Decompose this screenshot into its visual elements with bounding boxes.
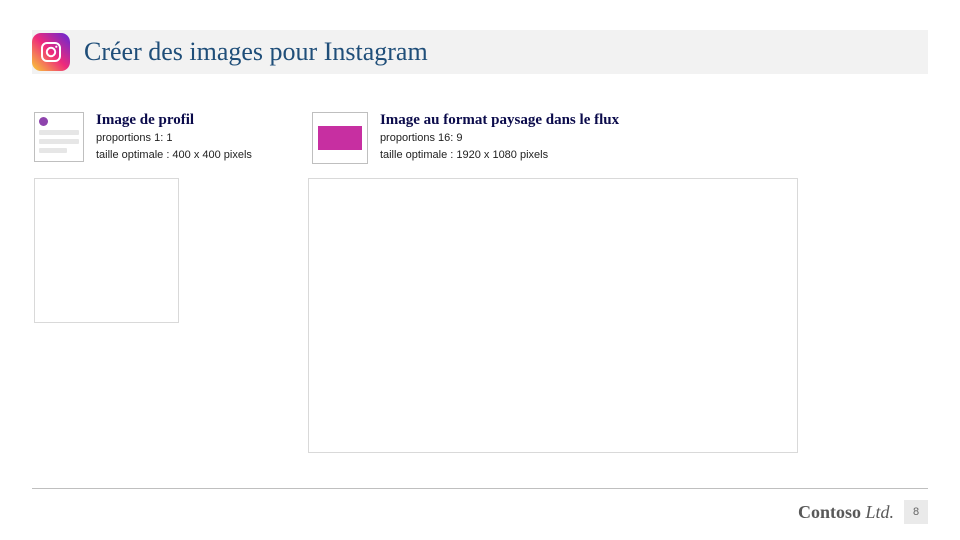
profile-optimal-size: taille optimale : 400 x 400 pixels xyxy=(96,148,252,163)
landscape-placeholder xyxy=(308,178,798,453)
profile-thumbnail-icon xyxy=(34,112,84,162)
content-row: Image de profil proportions 1: 1 taille … xyxy=(34,112,930,164)
landscape-title: Image au format paysage dans le flux xyxy=(380,112,619,129)
header-bar: Créer des images pour Instagram xyxy=(32,30,928,74)
profile-placeholder xyxy=(34,178,179,323)
brand-label: Contoso Ltd. xyxy=(798,502,894,523)
footer-divider xyxy=(32,488,928,489)
landscape-optimal-size: taille optimale : 1920 x 1080 pixels xyxy=(380,148,619,163)
page-title: Créer des images pour Instagram xyxy=(84,37,428,67)
page-number: 8 xyxy=(904,500,928,524)
profile-title: Image de profil xyxy=(96,112,252,129)
footer: Contoso Ltd. 8 xyxy=(798,500,928,524)
landscape-proportions: proportions 16: 9 xyxy=(380,131,619,146)
profile-column: Image de profil proportions 1: 1 taille … xyxy=(34,112,252,163)
brand-suffix: Ltd. xyxy=(861,502,894,522)
landscape-column: Image au format paysage dans le flux pro… xyxy=(312,112,619,164)
profile-proportions: proportions 1: 1 xyxy=(96,131,252,146)
slide: Créer des images pour Instagram Image de… xyxy=(0,0,960,540)
instagram-icon xyxy=(32,33,70,71)
landscape-thumbnail-icon xyxy=(312,112,368,164)
brand-main: Contoso xyxy=(798,502,861,522)
